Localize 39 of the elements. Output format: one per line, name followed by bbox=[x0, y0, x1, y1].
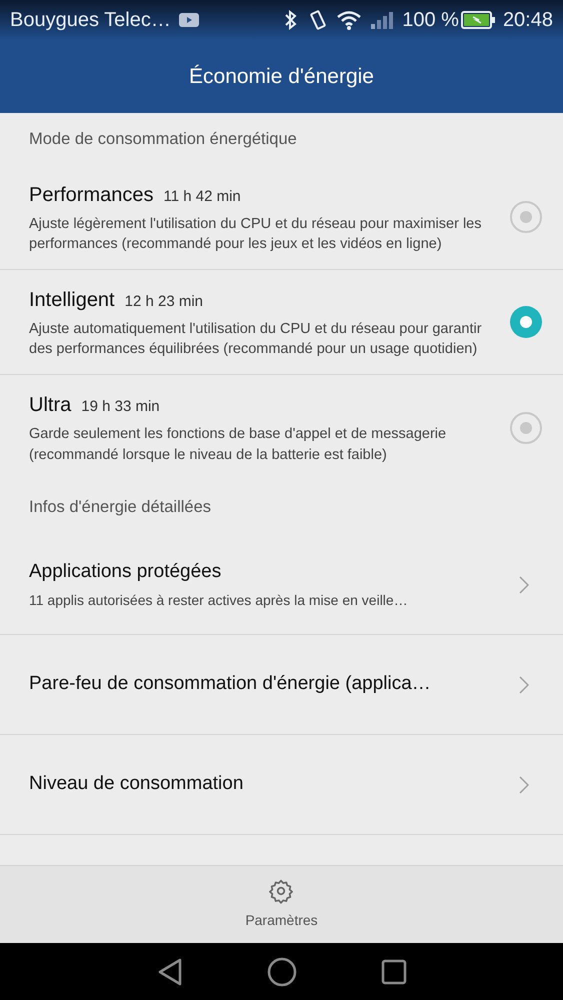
chevron-right-icon bbox=[519, 676, 529, 694]
mode-description: Ajuste légèrement l'utilisation du CPU et du réseau pour maximiser les performances (recommandé pour les jeux et les vidéos en ligne) bbox=[29, 214, 482, 254]
radio-button[interactable] bbox=[510, 412, 542, 444]
home-icon[interactable] bbox=[266, 956, 296, 986]
item-title: Pare-feu de consommation d'énergie (applica… bbox=[29, 672, 432, 696]
radio-button[interactable] bbox=[510, 306, 542, 338]
item-subtitle: 11 applis autorisées à rester actives après la mise en veille… bbox=[29, 591, 409, 610]
settings-item[interactable]: Niveau de consommation bbox=[0, 735, 563, 835]
chevron-right-icon bbox=[519, 776, 529, 794]
radio-button[interactable] bbox=[510, 201, 542, 233]
settings-icon bbox=[268, 878, 294, 904]
mode-description: Garde seulement les fonctions de base d'appel et de messagerie (recommandé lorsque le niveau de la batterie est faible) bbox=[29, 425, 448, 464]
settings-item[interactable]: Applications protégées 11 applis autorisées à rester actives après la mise en veille… bbox=[0, 535, 563, 635]
carrier-name: Bouygues Telec… bbox=[10, 8, 171, 33]
mode-title: Intelligent bbox=[29, 288, 115, 312]
mode-description: Ajuste automatiquement l'utilisation du CPU et du réseau pour garantir des performances équilibrées (recommandé pour un usage quotidien) bbox=[29, 320, 483, 359]
back-icon[interactable] bbox=[156, 958, 182, 986]
battery-percentage: 100 % bbox=[402, 8, 459, 33]
bluetooth-icon bbox=[284, 10, 298, 30]
recents-icon[interactable] bbox=[380, 958, 406, 984]
battery-icon bbox=[460, 11, 495, 29]
signal-icon bbox=[370, 10, 394, 30]
battery-duration: 19 h 33 min bbox=[81, 397, 160, 417]
settings-button[interactable]: Paramètres bbox=[245, 878, 318, 931]
battery-duration: 12 h 23 min bbox=[124, 292, 204, 312]
battery-duration: 11 h 42 min bbox=[164, 186, 241, 206]
vibrate-icon bbox=[308, 10, 328, 30]
wifi-icon bbox=[336, 10, 362, 30]
mode-title: Performances bbox=[29, 182, 154, 208]
settings-item[interactable]: Pare-feu de consommation d'énergie (applica… bbox=[0, 635, 563, 735]
section-header: Mode de consommation énergétique bbox=[29, 128, 297, 150]
item-title: Niveau de consommation bbox=[29, 772, 244, 796]
video-icon bbox=[178, 13, 199, 27]
clock: 20:48 bbox=[502, 8, 553, 33]
mode-title: Ultra bbox=[29, 393, 72, 418]
screen-title: Économie d'énergie bbox=[189, 64, 374, 90]
chevron-right-icon bbox=[519, 576, 529, 594]
item-title: Applications protégées bbox=[29, 560, 222, 584]
section-header: Infos d'énergie détaillées bbox=[29, 497, 212, 518]
